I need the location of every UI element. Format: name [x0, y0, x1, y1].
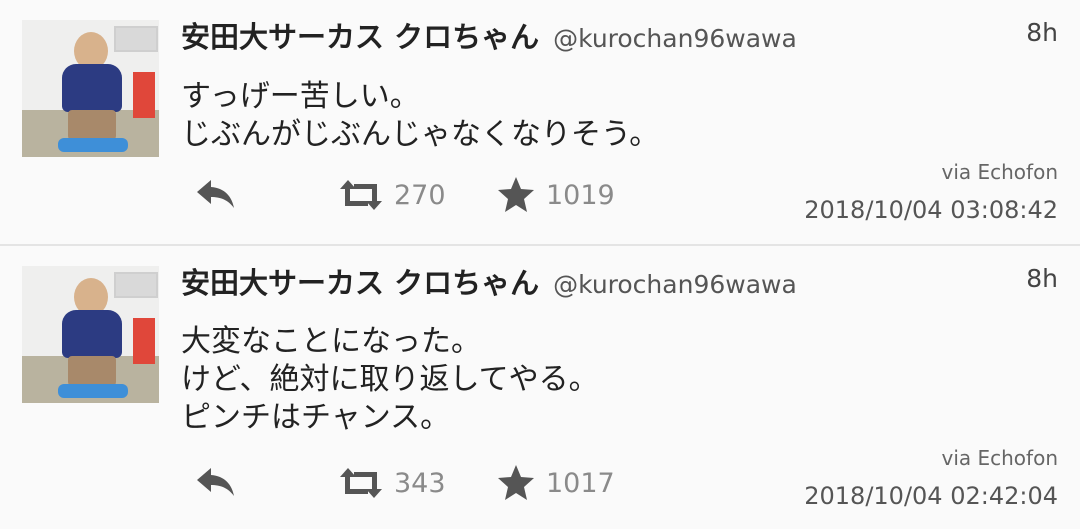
retweet-icon [340, 468, 382, 498]
author-name: 安田大サーカス クロちゃん [181, 20, 540, 54]
retweet-button[interactable]: 343 [338, 464, 446, 502]
tweet-source: via Echofon [941, 160, 1058, 184]
author-handle: @kurochan96wawa [553, 24, 797, 53]
reply-icon [197, 468, 234, 496]
author-name-row: 安田大サーカス クロちゃん @kurochan96wawa [181, 14, 797, 56]
tweet-age: 8h [1026, 264, 1058, 293]
favorite-count: 1019 [546, 179, 615, 211]
tweet-item[interactable]: 安田大サーカス クロちゃん @kurochan96wawa 8h 大変なことになっ… [0, 244, 1080, 529]
tweet-timestamp: 2018/10/04 03:08:42 [804, 196, 1058, 224]
retweet-icon [340, 180, 382, 210]
tweet-age: 8h [1026, 18, 1058, 47]
avatar[interactable] [22, 20, 159, 157]
author-handle: @kurochan96wawa [553, 270, 797, 299]
favorite-button[interactable]: 1017 [496, 464, 615, 502]
retweet-count: 343 [394, 467, 446, 499]
avatar[interactable] [22, 266, 159, 403]
author-name-row: 安田大サーカス クロちゃん @kurochan96wawa [181, 260, 797, 302]
reply-button[interactable] [195, 176, 237, 212]
star-icon [498, 177, 534, 212]
tweet-item[interactable]: 安田大サーカス クロちゃん @kurochan96wawa 8h すっげー苦しい。… [0, 0, 1080, 244]
reply-icon [197, 180, 234, 208]
tweet-text: すっげー苦しい。 じぶんがじぶんじゃなくなりそう。 [181, 79, 660, 152]
favorite-count: 1017 [546, 467, 615, 499]
reply-button[interactable] [195, 464, 237, 500]
tweet-source: via Echofon [941, 446, 1058, 470]
tweet-text: 大変なことになった。 けど、絶対に取り返してやる。 ピンチはチャンス。 [181, 324, 599, 435]
tweet-timestamp: 2018/10/04 02:42:04 [804, 482, 1058, 510]
retweet-button[interactable]: 270 [338, 176, 446, 214]
favorite-button[interactable]: 1019 [496, 176, 615, 214]
author-name: 安田大サーカス クロちゃん [181, 266, 540, 300]
star-icon [498, 465, 534, 500]
retweet-count: 270 [394, 179, 446, 211]
